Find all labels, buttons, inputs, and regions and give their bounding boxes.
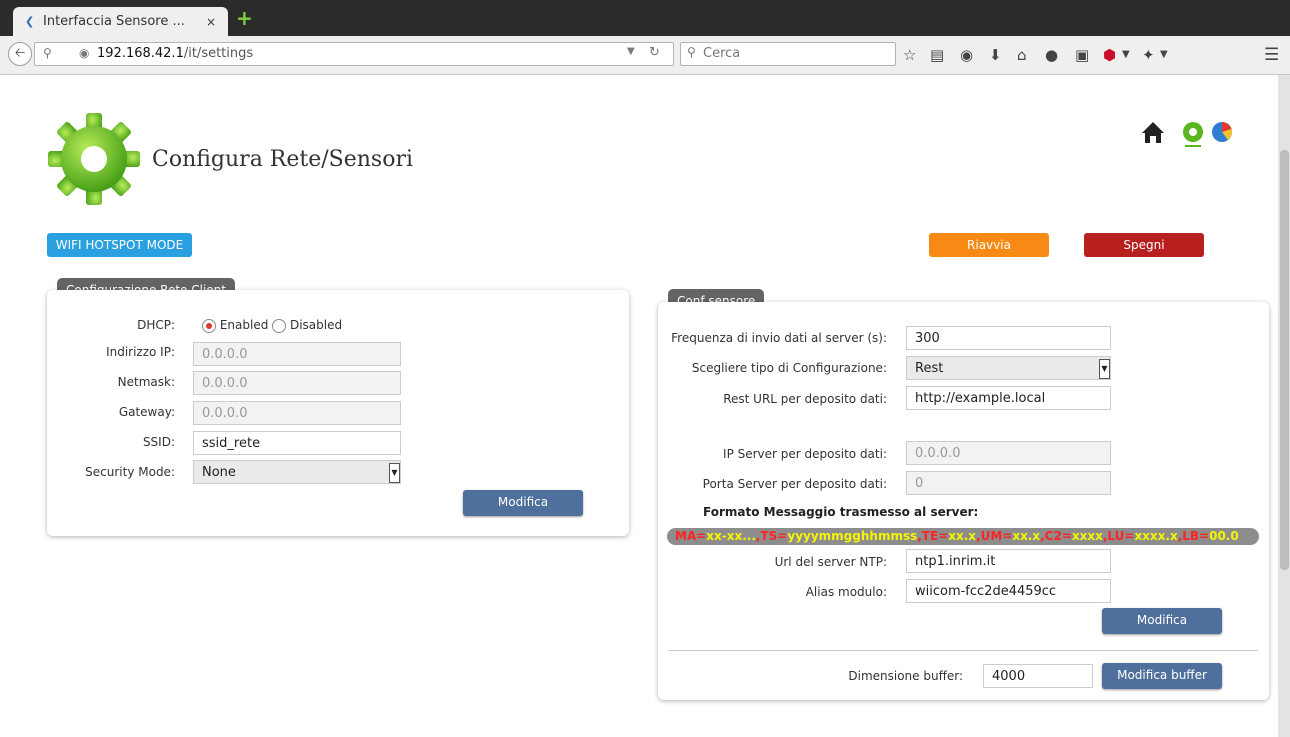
search-placeholder: Cerca (703, 46, 741, 61)
adblock-dropdown-icon[interactable]: ▼ (1122, 46, 1130, 64)
home-nav-icon[interactable] (1142, 122, 1164, 143)
frequency-label: Frequenza di invio dati al server (s): (671, 331, 887, 345)
divider (668, 650, 1258, 651)
alias-label: Alias modulo: (805, 585, 887, 599)
port-server-label: Porta Server per deposito dati: (702, 477, 887, 491)
top-nav-icons (1140, 119, 1240, 150)
site-favicon-icon: ❮ (25, 14, 35, 28)
dhcp-disabled-label: Disabled (289, 318, 343, 332)
reload-icon[interactable]: ↻ (649, 45, 660, 60)
scrollbar-thumb[interactable] (1280, 150, 1289, 570)
netmask-label: Netmask: (117, 375, 175, 389)
netmask-field[interactable]: 0.0.0.0 (193, 371, 401, 395)
ip-address-field[interactable]: 0.0.0.0 (193, 342, 401, 366)
ntp-server-label: Url del server NTP: (774, 555, 887, 569)
back-arrow-icon[interactable]: 🡠 (8, 42, 32, 66)
url-text: 192.168.42.1/it/settings (97, 46, 254, 61)
globe-icon: ◉ (79, 46, 90, 60)
new-tab-plus-icon[interactable]: + (236, 8, 253, 28)
stats-nav-icon[interactable] (1212, 122, 1232, 142)
browser-tab-bar: ❮ Interfaccia Sensore ... × + (0, 0, 1290, 36)
addon-icon[interactable]: ▣ (1075, 46, 1089, 64)
rest-url-label: Rest URL per deposito dati: (723, 392, 887, 406)
ip-server-label: IP Server per deposito dati: (723, 447, 887, 461)
client-modifica-button[interactable]: Modifica (463, 490, 583, 516)
page-title: Configura Rete/Sensori (152, 147, 414, 172)
bookmark-star-icon[interactable]: ☆ (903, 46, 916, 64)
shutdown-button[interactable]: Spegni (1084, 233, 1204, 257)
browser-nav-bar: 🡠 ⚲ ◉ 192.168.42.1/it/settings ▼ ↻ ⚲ Cer… (0, 36, 1290, 75)
frequency-field[interactable]: 300 (906, 326, 1111, 350)
config-type-select[interactable]: Rest ▼ (906, 356, 1111, 380)
settings-nav-icon[interactable] (1183, 122, 1203, 147)
buffer-size-label: Dimensione buffer: (848, 669, 963, 683)
dhcp-options: Enabled Disabled (202, 318, 342, 333)
chevron-down-icon: ▼ (1099, 359, 1110, 379)
security-mode-label: Security Mode: (85, 465, 175, 479)
ip-server-field[interactable]: 0.0.0.0 (906, 441, 1111, 465)
gateway-field[interactable]: 0.0.0.0 (193, 401, 401, 425)
dhcp-disabled-radio[interactable] (272, 318, 287, 333)
identity-key-icon[interactable]: ⚲ (43, 46, 52, 60)
ntp-server-field[interactable]: ntp1.inrim.it (906, 549, 1111, 573)
config-type-label: Scegliere tipo di Configurazione: (691, 361, 887, 375)
extension-icon[interactable]: ✦ (1142, 46, 1155, 64)
dhcp-enabled-radio[interactable] (202, 318, 216, 333)
dhcp-enabled-label: Enabled (219, 318, 269, 332)
ip-label: Indirizzo IP: (106, 345, 175, 359)
format-label: Formato Messaggio trasmesso al server: (703, 505, 979, 519)
browser-tab[interactable]: ❮ Interfaccia Sensore ... × (13, 7, 228, 36)
buffer-size-field[interactable]: 4000 (983, 664, 1093, 688)
gear-logo-icon (48, 113, 140, 205)
adblock-icon[interactable]: ⬢ (1103, 46, 1116, 64)
search-input[interactable]: ⚲ Cerca (680, 42, 896, 66)
pocket-icon[interactable]: ◉ (960, 46, 973, 64)
port-server-field[interactable]: 0 (906, 471, 1111, 495)
ssid-label: SSID: (142, 435, 175, 449)
modifica-buffer-button[interactable]: Modifica buffer (1102, 663, 1222, 689)
search-icon: ⚲ (687, 45, 696, 59)
extension-dropdown-icon[interactable]: ▼ (1160, 46, 1168, 64)
message-format-string: MA=xx-xx...,TS=yyyymmgghhmmss,TE=xx.x,UM… (667, 528, 1259, 545)
chat-icon[interactable]: ● (1045, 46, 1058, 64)
home-icon[interactable]: ⌂ (1017, 46, 1027, 64)
ssid-field[interactable]: ssid_rete (193, 431, 401, 455)
config-type-value: Rest (915, 361, 944, 376)
security-mode-select[interactable]: None ▼ (193, 460, 401, 484)
tab-title: Interfaccia Sensore ... (43, 14, 185, 29)
url-bar[interactable]: ⚲ ◉ 192.168.42.1/it/settings ▼ ↻ (34, 42, 674, 66)
bookmarks-list-icon[interactable]: ▤ (930, 46, 944, 64)
sensor-config-panel: Frequenza di invio dati al server (s): 3… (658, 302, 1269, 700)
tab-close-icon[interactable]: × (206, 15, 216, 29)
security-mode-value: None (202, 465, 236, 480)
restart-button[interactable]: Riavvia (929, 233, 1049, 257)
rest-url-field[interactable]: http://example.local (906, 386, 1111, 410)
wifi-hotspot-mode-button[interactable]: WIFI HOTSPOT MODE (47, 233, 192, 257)
menu-hamburger-icon[interactable]: ☰ (1264, 46, 1279, 64)
dhcp-label: DHCP: (137, 318, 175, 332)
sensor-modifica-button[interactable]: Modifica (1102, 608, 1222, 634)
url-dropdown-icon[interactable]: ▼ (627, 46, 635, 57)
alias-field[interactable]: wiicom-fcc2de4459cc (906, 579, 1111, 603)
download-icon[interactable]: ⬇ (989, 46, 1002, 64)
client-network-panel: DHCP: Enabled Disabled Indirizzo IP: 0.0… (47, 290, 629, 536)
chevron-down-icon: ▼ (389, 463, 400, 483)
gateway-label: Gateway: (118, 405, 175, 419)
